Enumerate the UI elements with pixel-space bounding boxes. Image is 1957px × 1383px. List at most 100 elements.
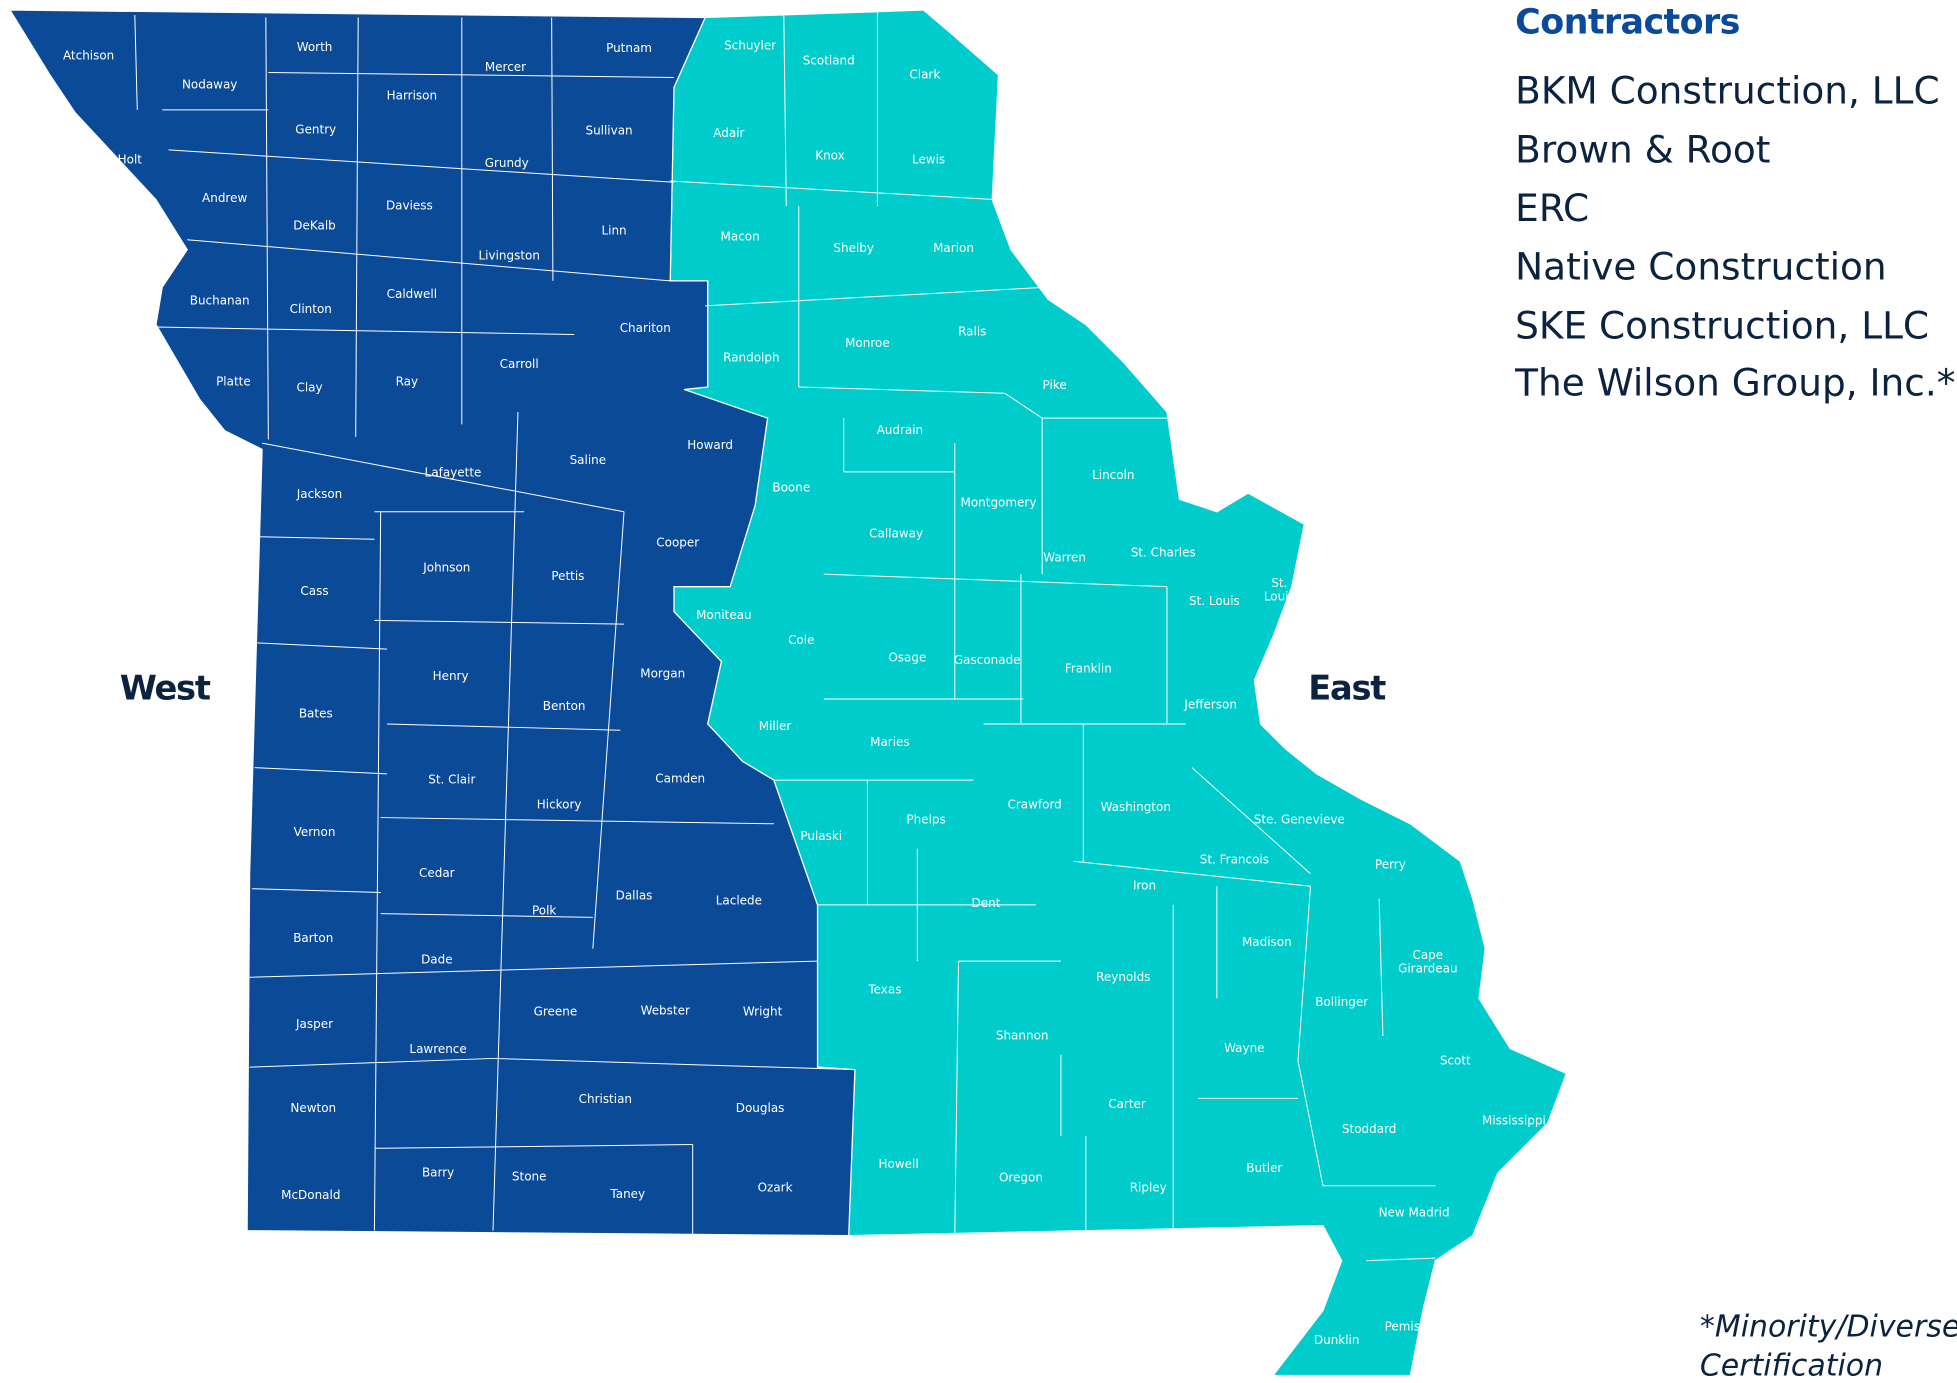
county-label: Barry	[422, 1166, 454, 1180]
county-label: DeKalb	[293, 218, 335, 232]
county-label: Phelps	[906, 813, 945, 827]
county-label: Lincoln	[1092, 468, 1134, 482]
footnote-line1: *Minority/Diverse	[1700, 1310, 1957, 1345]
county-label: Perry	[1375, 857, 1406, 871]
county-label: Camden	[655, 771, 705, 785]
county-label: Monroe	[845, 336, 890, 350]
county-label: Jasper	[295, 1017, 333, 1031]
county-label: Warren	[1043, 550, 1086, 564]
county-label: Clinton	[290, 302, 332, 316]
county-label: Daviess	[386, 198, 433, 212]
county-label: Platte	[216, 374, 251, 388]
county-label: Clay	[296, 381, 322, 395]
west-label: West	[120, 669, 211, 708]
county-label: Laclede	[716, 894, 762, 908]
county-label: Callaway	[869, 527, 923, 541]
county-label: Franklin	[1065, 662, 1112, 676]
county-label: Butler	[1246, 1161, 1282, 1175]
county-label: Nodaway	[182, 77, 237, 91]
county-label: Stone	[512, 1170, 547, 1184]
county-label: Lawrence	[409, 1042, 466, 1056]
east-label: East	[1308, 669, 1386, 708]
county-label: Linn	[601, 223, 626, 237]
county-label: Wright	[743, 1005, 783, 1019]
county-label: Webster	[641, 1004, 690, 1018]
county-label: St. Francois	[1200, 852, 1269, 866]
county-label: Lafayette	[425, 466, 482, 480]
county-label: Harrison	[387, 89, 437, 103]
county-label: Reynolds	[1096, 970, 1150, 984]
county-label: Adair	[713, 126, 744, 140]
county-label: Pemiscot	[1385, 1319, 1439, 1333]
county-label: Taney	[609, 1187, 645, 1201]
county-label: Grundy	[485, 156, 529, 170]
county-label: Livingston	[479, 248, 540, 262]
county-label: Dunklin	[1314, 1333, 1360, 1347]
county-label: Carroll	[500, 357, 539, 371]
county-label: Bollinger	[1315, 995, 1368, 1009]
legend-item: Brown & Root	[1515, 127, 1770, 171]
county-label: Shelby	[833, 241, 874, 255]
county-label: Andrew	[202, 191, 247, 205]
missouri-map: Atchison Nodaway Worth Harrison Mercer Putnam…	[8, 3, 1957, 1383]
county-label: Polk	[532, 904, 556, 918]
county-label: Mississippi	[1482, 1113, 1546, 1127]
county-label: Benton	[543, 699, 586, 713]
county-label: Scott	[1440, 1053, 1471, 1067]
county-label: Henry	[433, 669, 469, 683]
county-label: Lewis	[912, 152, 945, 166]
county-label: Cooper	[656, 535, 699, 549]
county-label: Schuyler	[724, 39, 776, 53]
county-label: Cass	[300, 584, 328, 598]
footnote-line2: Certification	[1700, 1348, 1883, 1383]
county-label: Jackson	[296, 487, 343, 501]
county-label: Madison	[1242, 935, 1292, 949]
county-label: Boone	[772, 481, 810, 495]
county-label: Pettis	[551, 569, 584, 583]
county-label: Saline	[570, 453, 607, 467]
county-label: Miller	[759, 719, 792, 733]
county-label: Barton	[293, 931, 333, 945]
county-label: Atchison	[63, 49, 114, 63]
county-label: Buchanan	[190, 293, 250, 307]
county-label: Dade	[421, 952, 453, 966]
legend-item: ERC	[1515, 186, 1589, 230]
county-label: Oregon	[999, 1171, 1043, 1185]
county-label: St. Louis	[1189, 594, 1240, 608]
county-label: Iron	[1133, 879, 1156, 893]
county-label: Putnam	[606, 41, 652, 55]
county-label: St. Clair	[428, 773, 475, 787]
county-label: Texas	[867, 982, 901, 996]
county-label: Vernon	[294, 825, 336, 839]
county-label: Caldwell	[387, 287, 437, 301]
county-label: Mercer	[485, 60, 526, 74]
county-label: Moniteau	[696, 608, 752, 622]
county-label: St. Charles	[1131, 545, 1196, 559]
legend-item: The Wilson Group, Inc.*	[1514, 361, 1955, 405]
county-label: Washington	[1101, 800, 1171, 814]
county-label: Audrain	[877, 423, 924, 437]
county-label: Crawford	[1008, 798, 1062, 812]
county-label: New Madrid	[1379, 1206, 1450, 1220]
county-label: Jefferson	[1183, 698, 1237, 712]
legend-item: SKE Construction, LLC	[1515, 303, 1929, 347]
county-label: Osage	[888, 650, 926, 664]
county-label: Stoddard	[1342, 1122, 1396, 1136]
county-label: McDonald	[281, 1188, 340, 1202]
county-label: Knox	[815, 149, 844, 163]
county-label: Ripley	[1130, 1181, 1167, 1195]
county-label: Ralls	[958, 325, 986, 339]
legend: Contractors BKM Construction, LLC Brown …	[1514, 3, 1955, 405]
legend-title: Contractors	[1515, 3, 1740, 43]
county-label: Douglas	[736, 1101, 785, 1115]
legend-item: BKM Construction, LLC	[1515, 69, 1939, 113]
county-label: Montgomery	[961, 496, 1037, 510]
county-label: Pulaski	[800, 829, 842, 843]
county-label: Sullivan	[585, 124, 632, 138]
county-label: Worth	[297, 40, 333, 54]
county-label: Dent	[972, 896, 1001, 910]
county-label: Randolph	[723, 351, 779, 365]
county-label: Dallas	[616, 889, 653, 903]
county-label: Scotland	[803, 54, 855, 68]
county-label: Chariton	[620, 321, 671, 335]
